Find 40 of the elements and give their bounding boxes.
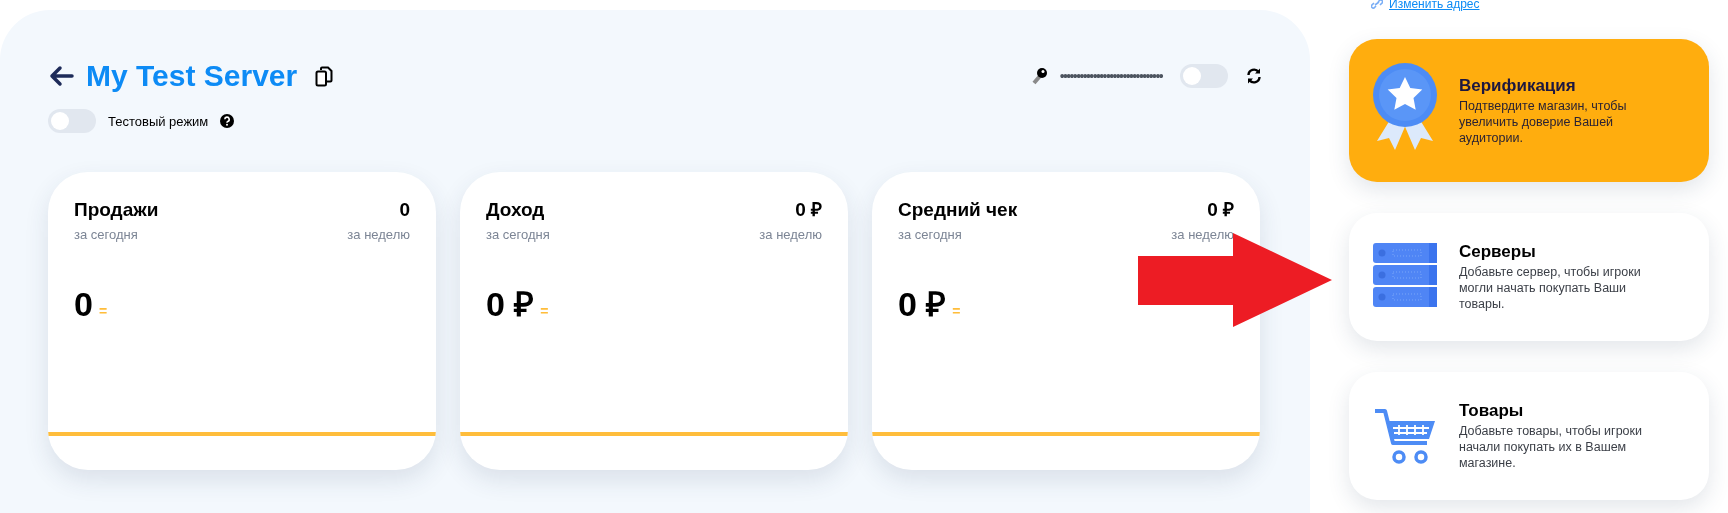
- masked-key: •••••••••••••••••••••••••••••••: [1059, 68, 1162, 84]
- key-icon: [1031, 67, 1048, 85]
- copy-icon[interactable]: [315, 65, 334, 87]
- today-value: 0: [74, 284, 93, 324]
- link-icon: [1371, 0, 1383, 9]
- promo-title: Верификация: [1459, 75, 1577, 96]
- promo-card[interactable]: Товары Добавьте товары, чтобы игроки начали покупать их в Вашем магазине.: [1349, 372, 1709, 500]
- today-value: 0 ₽: [898, 284, 947, 324]
- today-label: за сегодня: [898, 226, 962, 244]
- trend-indicator: =: [952, 302, 961, 321]
- promo-description: Добавьте сервер, чтобы игроки могли начать покупать Ваши товары.: [1459, 264, 1642, 312]
- today-value: 0 ₽: [486, 284, 535, 324]
- week-label: за неделю: [759, 226, 822, 244]
- week-label: за неделю: [1171, 226, 1234, 244]
- stat-title: Продажи: [74, 198, 159, 222]
- toggle-switch[interactable]: [48, 109, 96, 133]
- week-value: 0 ₽: [1207, 198, 1234, 222]
- promo-title: Товары: [1459, 401, 1525, 421]
- change-address-link[interactable]: Изменить адрес: [1389, 0, 1480, 11]
- promo-card[interactable]: Серверы Добавьте сервер, чтобы игроки могли начать покупать Ваши товары.: [1349, 213, 1709, 341]
- promo-description: Добавьте товары, чтобы игроки начали покупать их в Вашем магазине.: [1459, 423, 1643, 471]
- shopping-cart-icon: [1373, 407, 1437, 465]
- today-label: за сегодня: [486, 226, 550, 244]
- refresh-icon[interactable]: [1246, 68, 1262, 84]
- week-label: за неделю: [347, 226, 410, 244]
- today-label: за сегодня: [74, 226, 138, 244]
- promo-card[interactable]: Верификация Подтвердите магазин, чтобы увеличить доверие Вашей аудитории.: [1349, 39, 1709, 182]
- test-mode-label: Тестовый режим: [108, 113, 209, 129]
- stat-title: Доход: [486, 198, 545, 222]
- stat-title: Средний чек: [898, 198, 1018, 222]
- server-title: My Test Server: [86, 59, 298, 93]
- toggle-switch[interactable]: [1180, 64, 1228, 88]
- promo-description: Подтвердите магазин, чтобы увеличить доверие Вашей аудитории.: [1459, 97, 1628, 146]
- trend-indicator: =: [540, 302, 549, 321]
- help-icon[interactable]: [220, 114, 235, 128]
- back-button[interactable]: [48, 65, 74, 87]
- promo-title: Серверы: [1459, 242, 1537, 262]
- week-value: 0: [399, 198, 410, 222]
- week-value: 0 ₽: [795, 198, 822, 222]
- trend-indicator: =: [98, 302, 108, 321]
